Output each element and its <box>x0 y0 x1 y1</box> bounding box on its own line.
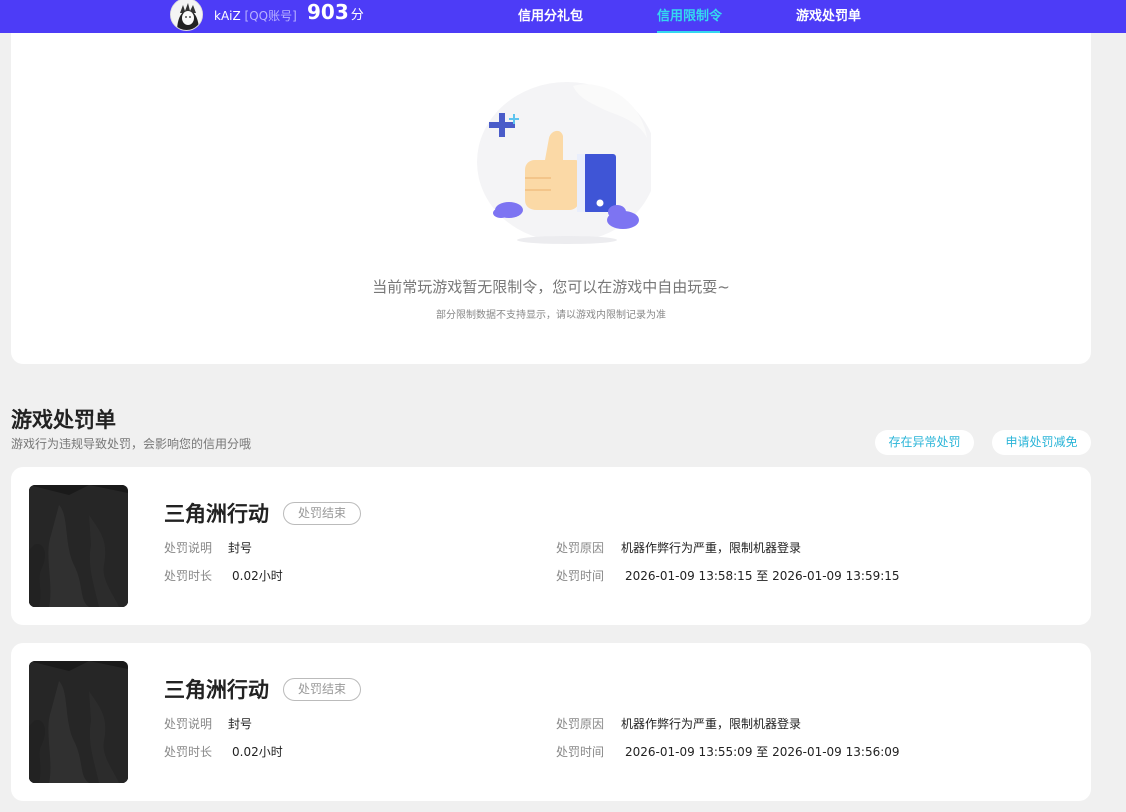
penalty-reason-label: 处罚原因 <box>556 717 605 731</box>
status-badge: 处罚结束 <box>283 678 361 701</box>
tab-game-penalty[interactable]: 游戏处罚单 <box>796 5 861 24</box>
penalty-time-value: 2026-01-09 13:55:09 至 2026-01-09 13:56:0… <box>625 745 900 759</box>
penalty-duration-value: 0.02小时 <box>232 569 283 583</box>
penalty-desc-label: 处罚说明 <box>164 541 213 555</box>
tab-credit-gift[interactable]: 信用分礼包 <box>518 5 583 24</box>
penalty-duration-value: 0.02小时 <box>232 745 283 759</box>
section-description: 游戏行为违规导致处罚，会影响您的信用分哦 <box>11 437 252 451</box>
username: kAiZ <box>214 9 241 23</box>
penalty-time-label: 处罚时间 <box>556 569 605 583</box>
game-thumbnail <box>29 485 128 607</box>
score-unit: 分 <box>350 8 364 23</box>
game-thumbnail <box>29 661 128 783</box>
penalty-reason-value: 机器作弊行为严重，限制机器登录 <box>621 541 802 555</box>
top-nav-bar: kAiZ [QQ账号] 903 分 信用分礼包 信用限制令 游戏处罚单 <box>0 0 1126 33</box>
penalty-desc-value: 封号 <box>228 541 253 555</box>
empty-state-note: 部分限制数据不支持显示，请以游戏内限制记录为准 <box>436 310 666 321</box>
restriction-empty-card: 当前常玩游戏暂无限制令，您可以在游戏中自由玩耍~ 部分限制数据不支持显示，请以游… <box>11 33 1091 364</box>
penalty-time-label: 处罚时间 <box>556 745 605 759</box>
account-type: [QQ账号] <box>244 9 297 23</box>
tab-credit-restriction[interactable]: 信用限制令 <box>657 5 722 24</box>
game-name: 三角洲行动 <box>164 502 269 526</box>
penalty-reason-label: 处罚原因 <box>556 541 605 555</box>
penalty-duration-label: 处罚时长 <box>164 745 213 759</box>
game-name: 三角洲行动 <box>164 678 269 702</box>
penalty-card: 三角洲行动 处罚结束 处罚说明 封号 处罚时长 0.02小时 处罚原因 机器作弊… <box>11 467 1091 625</box>
status-badge: 处罚结束 <box>283 502 361 525</box>
score-value: 903 <box>307 0 349 24</box>
avatar[interactable] <box>170 0 203 31</box>
penalty-desc-value: 封号 <box>228 717 253 731</box>
penalty-card: 三角洲行动 处罚结束 处罚说明 封号 处罚时长 0.02小时 处罚原因 机器作弊… <box>11 643 1091 801</box>
abnormal-penalty-button[interactable]: 存在异常处罚 <box>875 430 974 455</box>
thumbs-up-illustration <box>461 78 657 252</box>
empty-state-message: 当前常玩游戏暂无限制令，您可以在游戏中自由玩耍~ <box>372 278 730 296</box>
penalty-time-value: 2026-01-09 13:58:15 至 2026-01-09 13:59:1… <box>625 569 900 583</box>
user-info: kAiZ [QQ账号] <box>214 7 297 24</box>
section-title: 游戏处罚单 <box>11 408 116 432</box>
penalty-desc-label: 处罚说明 <box>164 717 213 731</box>
penalty-reason-value: 机器作弊行为严重，限制机器登录 <box>621 717 802 731</box>
credit-score: 903 分 <box>307 0 364 24</box>
apply-reduction-button[interactable]: 申请处罚减免 <box>992 430 1091 455</box>
penalty-duration-label: 处罚时长 <box>164 569 213 583</box>
